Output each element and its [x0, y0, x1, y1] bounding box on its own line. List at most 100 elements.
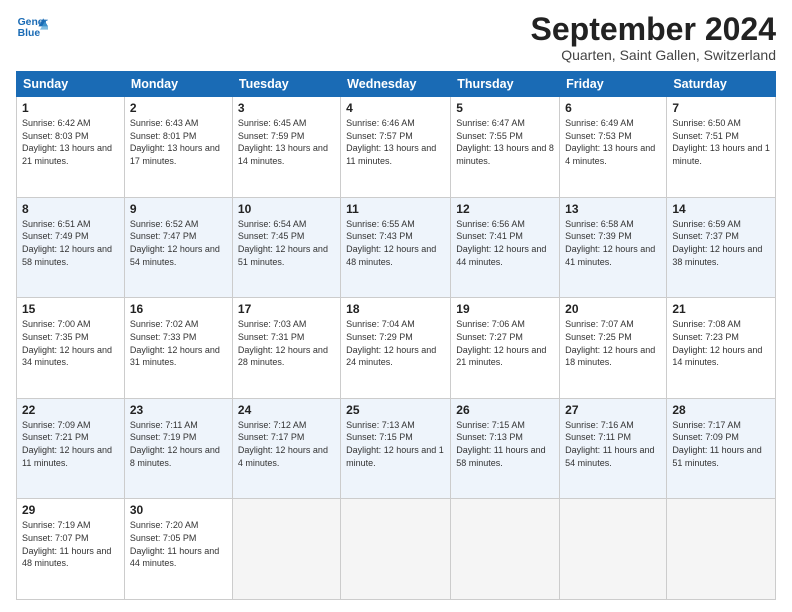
day-info: Sunrise: 7:20 AMSunset: 7:05 PMDaylight:…: [130, 519, 227, 569]
day-number: 10: [238, 202, 335, 216]
day-number: 23: [130, 403, 227, 417]
weekday-header: Friday: [560, 72, 667, 97]
calendar-cell: 8 Sunrise: 6:51 AMSunset: 7:49 PMDayligh…: [17, 197, 125, 298]
day-info: Sunrise: 6:51 AMSunset: 7:49 PMDaylight:…: [22, 218, 119, 268]
day-number: 28: [672, 403, 770, 417]
day-info: Sunrise: 6:42 AMSunset: 8:03 PMDaylight:…: [22, 117, 119, 167]
day-info: Sunrise: 7:13 AMSunset: 7:15 PMDaylight:…: [346, 419, 445, 469]
calendar-cell: [667, 499, 776, 600]
weekday-header: Monday: [124, 72, 232, 97]
day-info: Sunrise: 6:58 AMSunset: 7:39 PMDaylight:…: [565, 218, 661, 268]
day-info: Sunrise: 7:02 AMSunset: 7:33 PMDaylight:…: [130, 318, 227, 368]
day-number: 11: [346, 202, 445, 216]
calendar-cell: 3 Sunrise: 6:45 AMSunset: 7:59 PMDayligh…: [232, 97, 340, 198]
day-info: Sunrise: 7:09 AMSunset: 7:21 PMDaylight:…: [22, 419, 119, 469]
calendar-cell: 14 Sunrise: 6:59 AMSunset: 7:37 PMDaylig…: [667, 197, 776, 298]
day-info: Sunrise: 7:16 AMSunset: 7:11 PMDaylight:…: [565, 419, 661, 469]
day-number: 26: [456, 403, 554, 417]
day-info: Sunrise: 7:04 AMSunset: 7:29 PMDaylight:…: [346, 318, 445, 368]
calendar-cell: 11 Sunrise: 6:55 AMSunset: 7:43 PMDaylig…: [341, 197, 451, 298]
calendar-cell: 1 Sunrise: 6:42 AMSunset: 8:03 PMDayligh…: [17, 97, 125, 198]
day-info: Sunrise: 7:12 AMSunset: 7:17 PMDaylight:…: [238, 419, 335, 469]
day-number: 30: [130, 503, 227, 517]
weekday-header: Tuesday: [232, 72, 340, 97]
day-number: 17: [238, 302, 335, 316]
calendar-cell: 28 Sunrise: 7:17 AMSunset: 7:09 PMDaylig…: [667, 398, 776, 499]
day-number: 29: [22, 503, 119, 517]
weekday-header: Wednesday: [341, 72, 451, 97]
calendar-cell: 27 Sunrise: 7:16 AMSunset: 7:11 PMDaylig…: [560, 398, 667, 499]
calendar-cell: 17 Sunrise: 7:03 AMSunset: 7:31 PMDaylig…: [232, 298, 340, 399]
calendar-cell: 26 Sunrise: 7:15 AMSunset: 7:13 PMDaylig…: [451, 398, 560, 499]
calendar-cell: 13 Sunrise: 6:58 AMSunset: 7:39 PMDaylig…: [560, 197, 667, 298]
day-number: 7: [672, 101, 770, 115]
calendar-cell: 24 Sunrise: 7:12 AMSunset: 7:17 PMDaylig…: [232, 398, 340, 499]
calendar-cell: 10 Sunrise: 6:54 AMSunset: 7:45 PMDaylig…: [232, 197, 340, 298]
day-info: Sunrise: 6:59 AMSunset: 7:37 PMDaylight:…: [672, 218, 770, 268]
day-info: Sunrise: 6:46 AMSunset: 7:57 PMDaylight:…: [346, 117, 445, 167]
day-info: Sunrise: 7:17 AMSunset: 7:09 PMDaylight:…: [672, 419, 770, 469]
day-number: 16: [130, 302, 227, 316]
day-number: 9: [130, 202, 227, 216]
weekday-header: Thursday: [451, 72, 560, 97]
calendar-cell: 6 Sunrise: 6:49 AMSunset: 7:53 PMDayligh…: [560, 97, 667, 198]
day-info: Sunrise: 6:56 AMSunset: 7:41 PMDaylight:…: [456, 218, 554, 268]
calendar-cell: 2 Sunrise: 6:43 AMSunset: 8:01 PMDayligh…: [124, 97, 232, 198]
day-number: 27: [565, 403, 661, 417]
month-title: September 2024: [531, 12, 776, 47]
day-info: Sunrise: 7:08 AMSunset: 7:23 PMDaylight:…: [672, 318, 770, 368]
day-info: Sunrise: 6:50 AMSunset: 7:51 PMDaylight:…: [672, 117, 770, 167]
day-number: 8: [22, 202, 119, 216]
day-info: Sunrise: 6:43 AMSunset: 8:01 PMDaylight:…: [130, 117, 227, 167]
calendar-table: SundayMondayTuesdayWednesdayThursdayFrid…: [16, 71, 776, 600]
day-info: Sunrise: 7:15 AMSunset: 7:13 PMDaylight:…: [456, 419, 554, 469]
day-info: Sunrise: 7:06 AMSunset: 7:27 PMDaylight:…: [456, 318, 554, 368]
day-number: 14: [672, 202, 770, 216]
calendar-cell: [232, 499, 340, 600]
calendar-cell: [560, 499, 667, 600]
day-info: Sunrise: 7:11 AMSunset: 7:19 PMDaylight:…: [130, 419, 227, 469]
day-number: 5: [456, 101, 554, 115]
logo: General Blue: [16, 12, 48, 44]
weekday-header: Saturday: [667, 72, 776, 97]
calendar-cell: 30 Sunrise: 7:20 AMSunset: 7:05 PMDaylig…: [124, 499, 232, 600]
calendar-cell: 4 Sunrise: 6:46 AMSunset: 7:57 PMDayligh…: [341, 97, 451, 198]
day-info: Sunrise: 6:47 AMSunset: 7:55 PMDaylight:…: [456, 117, 554, 167]
day-number: 18: [346, 302, 445, 316]
day-info: Sunrise: 6:55 AMSunset: 7:43 PMDaylight:…: [346, 218, 445, 268]
calendar-cell: 9 Sunrise: 6:52 AMSunset: 7:47 PMDayligh…: [124, 197, 232, 298]
calendar-cell: [341, 499, 451, 600]
calendar-cell: 7 Sunrise: 6:50 AMSunset: 7:51 PMDayligh…: [667, 97, 776, 198]
day-number: 21: [672, 302, 770, 316]
location: Quarten, Saint Gallen, Switzerland: [531, 47, 776, 63]
day-number: 3: [238, 101, 335, 115]
day-info: Sunrise: 7:00 AMSunset: 7:35 PMDaylight:…: [22, 318, 119, 368]
calendar-cell: 16 Sunrise: 7:02 AMSunset: 7:33 PMDaylig…: [124, 298, 232, 399]
calendar-cell: 5 Sunrise: 6:47 AMSunset: 7:55 PMDayligh…: [451, 97, 560, 198]
day-number: 25: [346, 403, 445, 417]
page-header: General Blue September 2024 Quarten, Sai…: [16, 12, 776, 63]
day-number: 4: [346, 101, 445, 115]
calendar-cell: 18 Sunrise: 7:04 AMSunset: 7:29 PMDaylig…: [341, 298, 451, 399]
day-info: Sunrise: 7:03 AMSunset: 7:31 PMDaylight:…: [238, 318, 335, 368]
day-number: 15: [22, 302, 119, 316]
calendar-cell: 25 Sunrise: 7:13 AMSunset: 7:15 PMDaylig…: [341, 398, 451, 499]
day-info: Sunrise: 6:54 AMSunset: 7:45 PMDaylight:…: [238, 218, 335, 268]
day-number: 1: [22, 101, 119, 115]
calendar-cell: [451, 499, 560, 600]
day-number: 24: [238, 403, 335, 417]
calendar-cell: 20 Sunrise: 7:07 AMSunset: 7:25 PMDaylig…: [560, 298, 667, 399]
day-info: Sunrise: 6:52 AMSunset: 7:47 PMDaylight:…: [130, 218, 227, 268]
calendar-cell: 19 Sunrise: 7:06 AMSunset: 7:27 PMDaylig…: [451, 298, 560, 399]
day-number: 12: [456, 202, 554, 216]
calendar-cell: 21 Sunrise: 7:08 AMSunset: 7:23 PMDaylig…: [667, 298, 776, 399]
day-number: 6: [565, 101, 661, 115]
calendar-cell: 12 Sunrise: 6:56 AMSunset: 7:41 PMDaylig…: [451, 197, 560, 298]
day-number: 22: [22, 403, 119, 417]
day-info: Sunrise: 6:45 AMSunset: 7:59 PMDaylight:…: [238, 117, 335, 167]
svg-text:Blue: Blue: [18, 28, 41, 39]
day-number: 13: [565, 202, 661, 216]
day-number: 20: [565, 302, 661, 316]
day-info: Sunrise: 7:19 AMSunset: 7:07 PMDaylight:…: [22, 519, 119, 569]
calendar-cell: 23 Sunrise: 7:11 AMSunset: 7:19 PMDaylig…: [124, 398, 232, 499]
